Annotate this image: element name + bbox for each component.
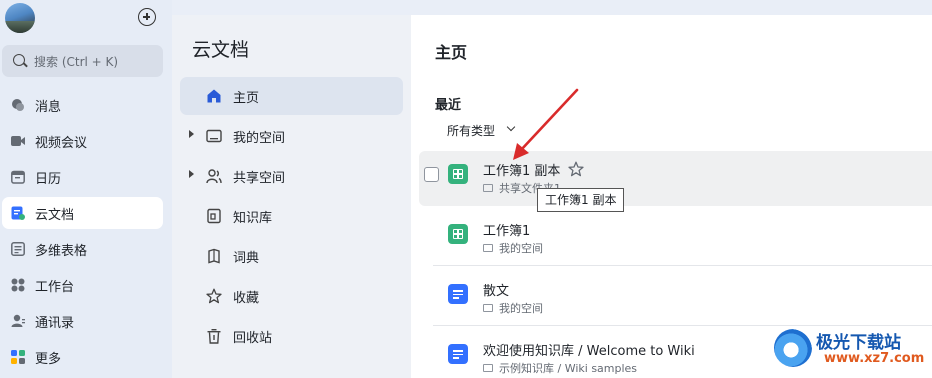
docs-sidebar-title: 云文档 xyxy=(192,39,250,61)
search-placeholder: 搜索 (Ctrl + K) xyxy=(34,55,119,69)
expand-arrow-icon[interactable] xyxy=(189,130,194,138)
create-new-icon[interactable] xyxy=(138,8,156,26)
file-location: 我的空间 xyxy=(499,302,543,315)
file-name[interactable]: 工作簿1 xyxy=(483,220,530,239)
more-apps-icon xyxy=(11,350,25,364)
docs-nav-label: 收藏 xyxy=(233,291,260,306)
docs-nav-shared-space[interactable]: 共享空间 xyxy=(180,157,403,195)
nav-item-more[interactable]: 更多 xyxy=(2,341,163,373)
docs-nav-trash[interactable]: 回收站 xyxy=(180,317,403,355)
nav-item-label: 通讯录 xyxy=(35,316,75,331)
spreadsheet-icon xyxy=(448,164,468,184)
type-filter-dropdown[interactable]: 所有类型 xyxy=(447,122,495,139)
watermark-logo-icon xyxy=(774,329,812,367)
docs-nav-label: 我的空间 xyxy=(233,131,286,146)
nav-item-label: 多维表格 xyxy=(35,244,88,259)
docs-nav-label: 知识库 xyxy=(233,211,273,226)
nav-item-base-table[interactable]: 多维表格 xyxy=(2,233,163,265)
file-name[interactable]: 散文 xyxy=(483,280,509,299)
docs-nav-wiki[interactable]: 知识库 xyxy=(180,197,403,235)
shared-users-icon xyxy=(206,169,222,184)
docs-nav-label: 共享空间 xyxy=(233,171,286,186)
folder-icon xyxy=(483,244,493,252)
nav-item-contacts[interactable]: 通讯录 xyxy=(2,305,163,337)
folder-icon xyxy=(483,304,493,312)
expand-arrow-icon[interactable] xyxy=(189,170,194,178)
folder-icon xyxy=(206,129,222,143)
file-location: 我的空间 xyxy=(499,242,543,255)
page-title: 主页 xyxy=(435,43,468,62)
nav-item-label: 视频会议 xyxy=(35,136,88,151)
home-icon xyxy=(207,89,221,103)
video-icon xyxy=(11,136,25,146)
cloud-doc-icon xyxy=(11,206,25,220)
docs-nav-my-space[interactable]: 我的空间 xyxy=(180,117,403,155)
document-icon xyxy=(448,344,468,364)
file-row[interactable]: 工作簿1 我的空间 xyxy=(419,211,932,266)
file-location: 示例知识库 / Wiki samples xyxy=(499,362,638,375)
nav-item-workplace[interactable]: 工作台 xyxy=(2,269,163,301)
nav-item-label: 云文档 xyxy=(35,208,75,223)
wiki-icon xyxy=(483,364,493,372)
file-name[interactable]: 欢迎使用知识库 / Welcome to Wiki xyxy=(483,340,695,359)
nav-item-label: 消息 xyxy=(35,100,62,115)
docs-nav-label: 词典 xyxy=(233,251,260,266)
document-icon xyxy=(448,284,468,304)
file-row[interactable]: 散文 我的空间 xyxy=(419,271,932,326)
dictionary-icon xyxy=(208,248,220,264)
file-name-tooltip: 工作簿1 副本 xyxy=(537,188,625,212)
user-avatar[interactable] xyxy=(5,3,35,33)
watermark-name: 极光下载站 xyxy=(816,333,901,353)
left-nav: 搜索 (Ctrl + K) 消息 视频会议 日历 云文档 多维表格 工作台 通讯… xyxy=(0,0,172,378)
docs-sidebar: 云文档 主页 我的空间 共享空间 知识库 词典 收藏 回收站 xyxy=(172,15,411,378)
nav-item-label: 日历 xyxy=(35,172,62,187)
annotation-arrow-icon xyxy=(513,88,579,160)
nav-item-messages[interactable]: 消息 xyxy=(2,89,163,121)
folder-icon xyxy=(483,184,493,192)
calendar-icon xyxy=(11,170,25,184)
search-box[interactable]: 搜索 (Ctrl + K) xyxy=(2,45,163,77)
recent-section-title: 最近 xyxy=(435,98,462,113)
docs-nav-favorites[interactable]: 收藏 xyxy=(180,277,403,315)
wiki-icon xyxy=(207,208,221,224)
message-icon xyxy=(12,99,24,111)
docs-nav-home[interactable]: 主页 xyxy=(180,77,403,115)
nav-item-calendar[interactable]: 日历 xyxy=(2,161,163,193)
nav-item-video-meeting[interactable]: 视频会议 xyxy=(2,125,163,157)
contacts-icon xyxy=(11,314,25,327)
nav-item-cloud-docs[interactable]: 云文档 xyxy=(2,197,163,229)
workplace-icon xyxy=(11,278,25,292)
row-checkbox[interactable] xyxy=(424,167,439,182)
nav-item-label: 更多 xyxy=(35,352,62,367)
docs-nav-dictionary[interactable]: 词典 xyxy=(180,237,403,275)
search-icon xyxy=(13,54,25,66)
trash-icon xyxy=(207,329,221,344)
star-icon xyxy=(206,288,222,304)
docs-nav-label: 主页 xyxy=(233,91,260,106)
nav-item-label: 工作台 xyxy=(35,280,75,295)
base-table-icon xyxy=(11,242,25,256)
site-watermark: 极光下载站 www.xz7.com xyxy=(770,324,930,374)
docs-nav-label: 回收站 xyxy=(233,331,273,346)
watermark-url: www.xz7.com xyxy=(824,351,925,366)
row-divider xyxy=(433,265,932,266)
spreadsheet-icon xyxy=(448,224,468,244)
